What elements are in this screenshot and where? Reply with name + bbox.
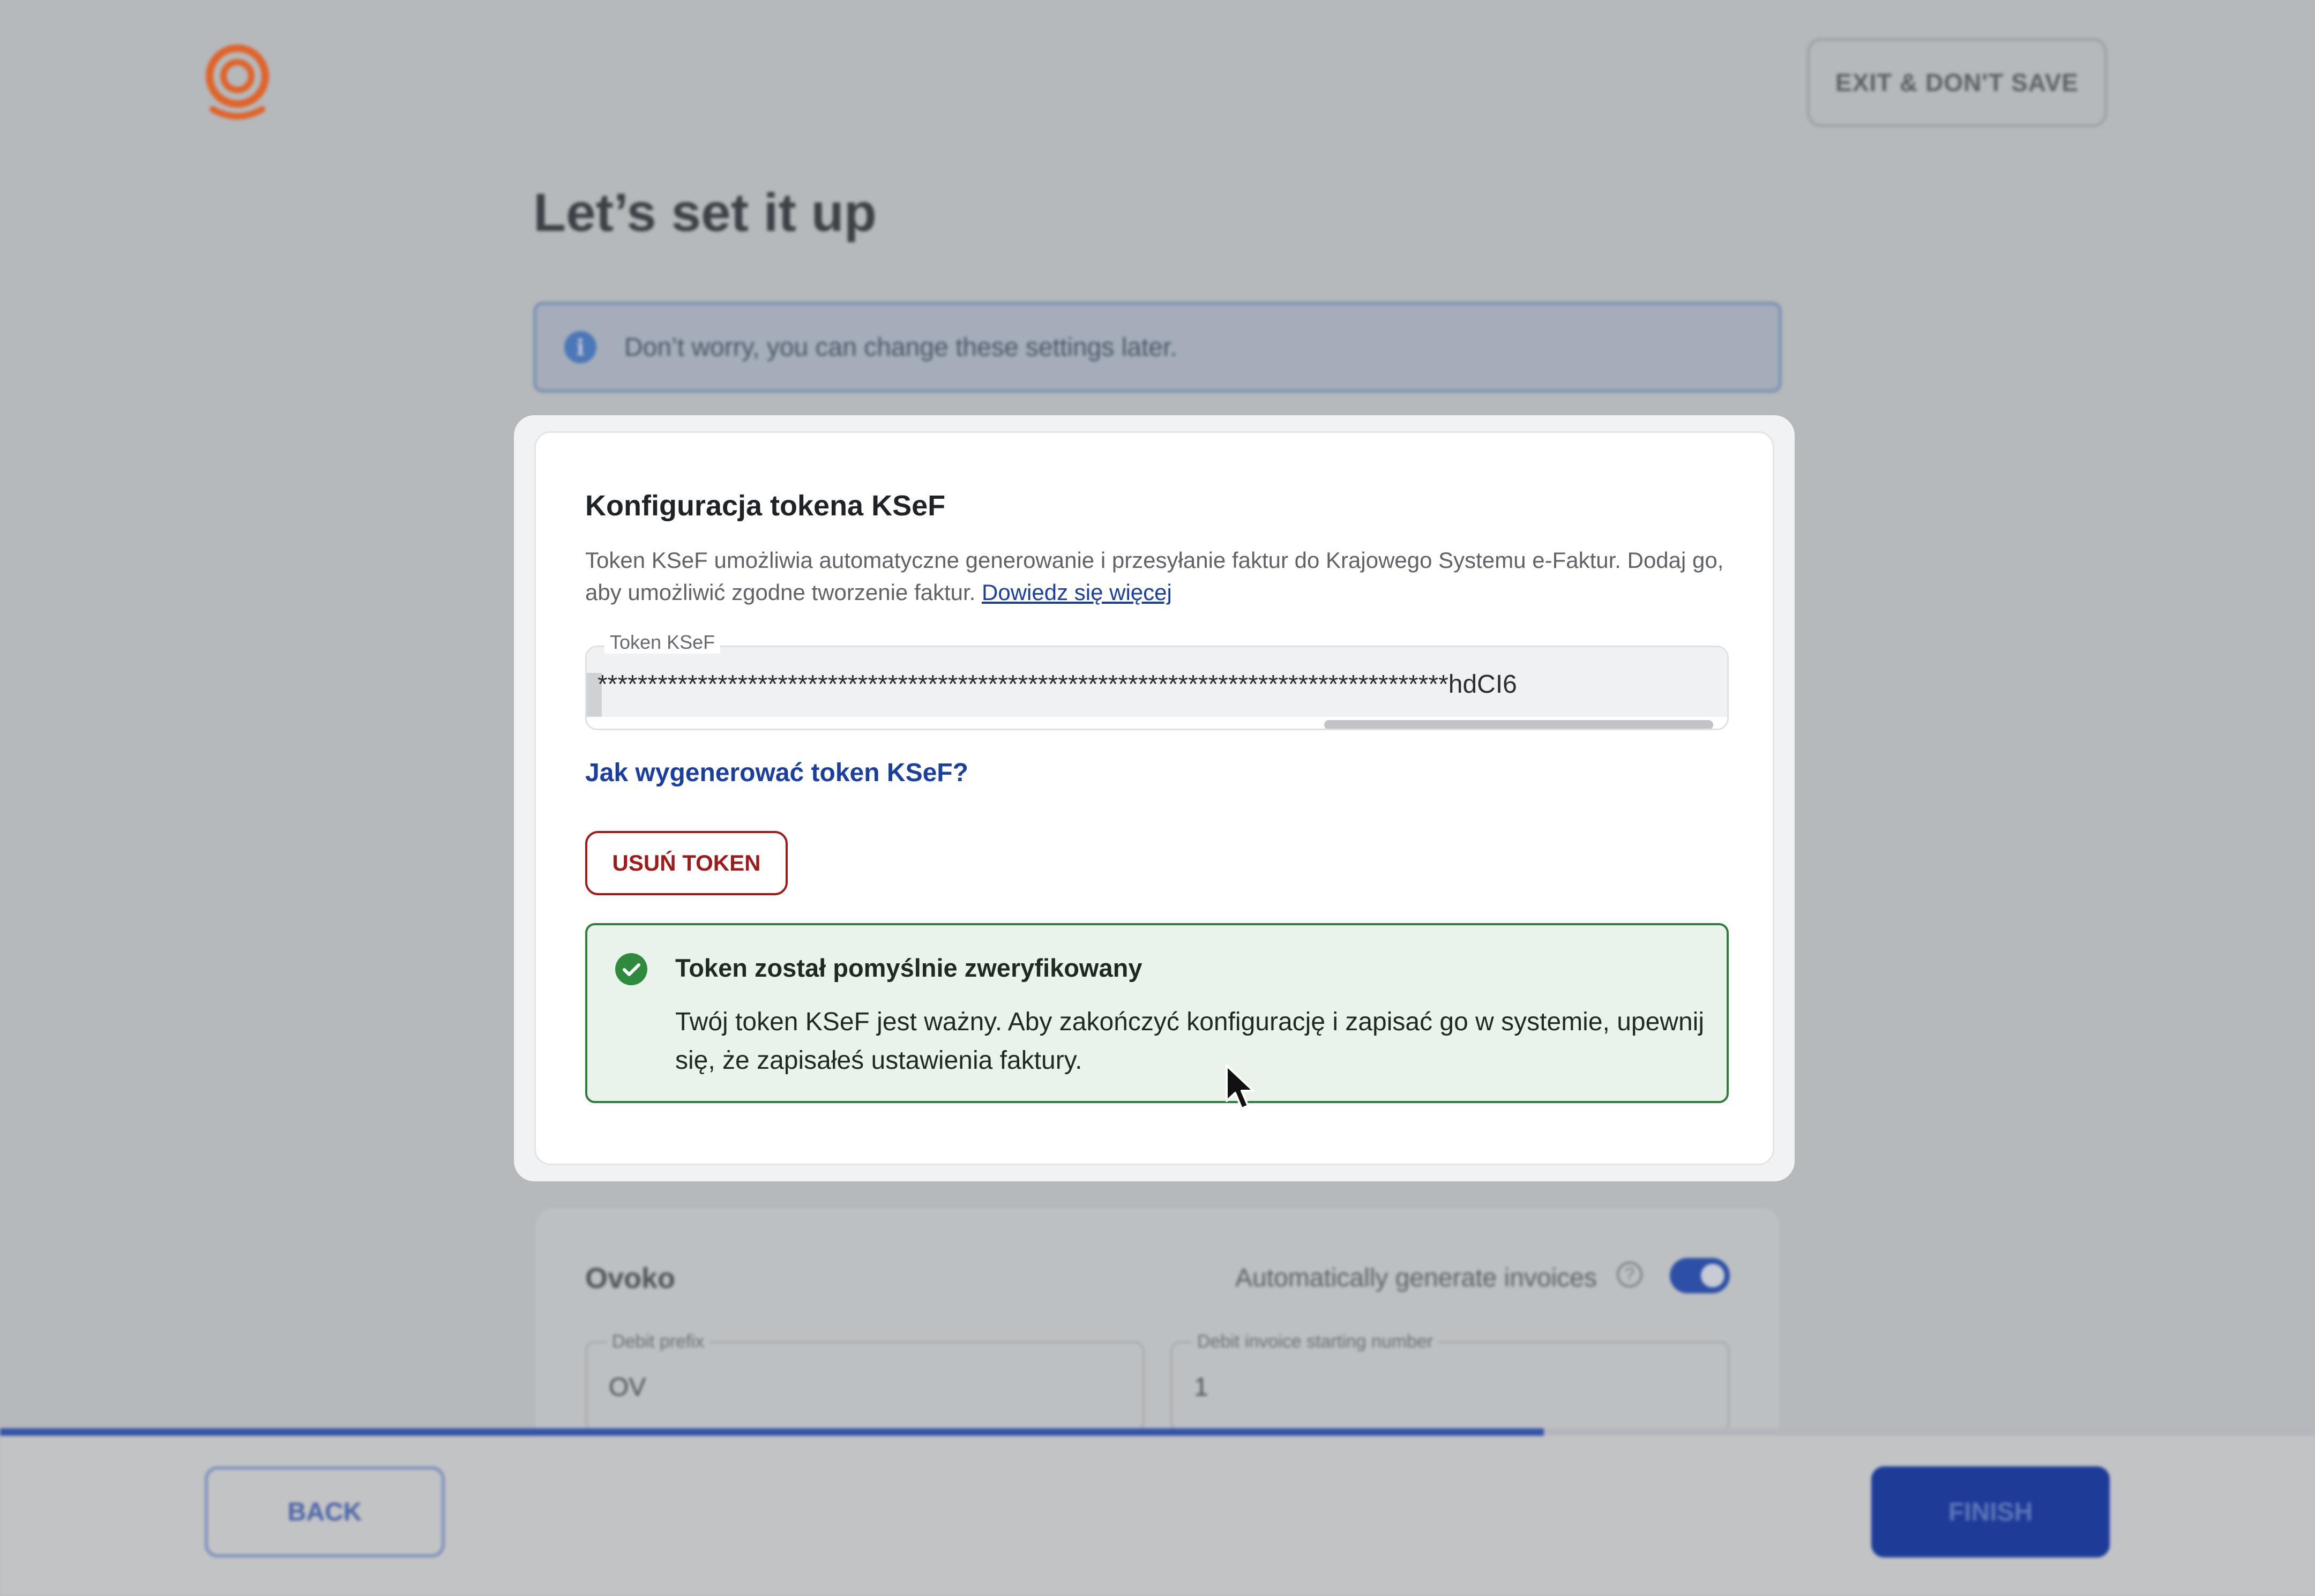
token-input-value: ****************************************… — [598, 670, 1517, 699]
ovoko-logo-icon[interactable] — [201, 43, 274, 123]
auto-generate-toggle[interactable] — [1670, 1258, 1730, 1293]
check-circle-icon — [615, 953, 647, 985]
ksef-card-description: Token KSeF umożliwia automatyczne genero… — [585, 544, 1737, 609]
info-icon: i — [564, 331, 596, 363]
setup-progress-bar — [0, 1428, 2315, 1436]
mouse-cursor-icon — [1224, 1063, 1257, 1112]
ksef-token-card: Konfiguracja tokena KSeF Token KSeF umoż… — [534, 431, 1774, 1165]
starting-number-value: 1 — [1194, 1373, 1208, 1402]
ksef-token-input[interactable]: ****************************************… — [585, 646, 1729, 730]
toggle-knob — [1701, 1264, 1724, 1287]
page-title: Let’s set it up — [533, 183, 877, 243]
token-verified-message: Twój token KSeF jest ważny. Aby zakończy… — [675, 1008, 1704, 1075]
remove-token-button[interactable]: USUŃ TOKEN — [585, 831, 788, 895]
starting-number-field[interactable]: Debit invoice starting number 1 — [1170, 1331, 1730, 1432]
progress-fill — [0, 1428, 1544, 1436]
ksef-card-title: Konfiguracja tokena KSeF — [585, 490, 946, 522]
starting-number-label: Debit invoice starting number — [1192, 1331, 1439, 1352]
finish-button[interactable]: FINISH — [1871, 1466, 2110, 1557]
auto-generate-label: Automatically generate invoices — [1235, 1264, 1597, 1292]
token-verified-alert: Token został pomyślnie zweryfikowany Twó… — [585, 923, 1729, 1103]
token-scrollbar-thumb[interactable] — [1324, 720, 1713, 729]
how-to-generate-token-link[interactable]: Jak wygenerować token KSeF? — [585, 758, 968, 788]
ovoko-card-title: Ovoko — [585, 1262, 676, 1294]
help-icon[interactable]: ? — [1617, 1262, 1642, 1287]
info-banner-text: Don’t worry, you can change these settin… — [624, 333, 1177, 362]
info-banner: i Don’t worry, you can change these sett… — [533, 302, 1782, 393]
back-button[interactable]: BACK — [205, 1466, 445, 1557]
ksef-token-card-highlight: Konfiguracja tokena KSeF Token KSeF umoż… — [514, 415, 1795, 1181]
debit-prefix-value: OV — [609, 1373, 646, 1402]
exit-without-saving-button[interactable]: EXIT & DON'T SAVE — [1807, 38, 2107, 127]
debit-prefix-label: Debit prefix — [607, 1331, 710, 1352]
learn-more-link[interactable]: Dowiedz się więcej — [982, 580, 1172, 605]
debit-prefix-field[interactable]: Debit prefix OV — [585, 1331, 1145, 1432]
token-input-label: Token KSeF — [604, 631, 721, 654]
token-verified-title: Token został pomyślnie zweryfikowany — [675, 954, 1142, 982]
